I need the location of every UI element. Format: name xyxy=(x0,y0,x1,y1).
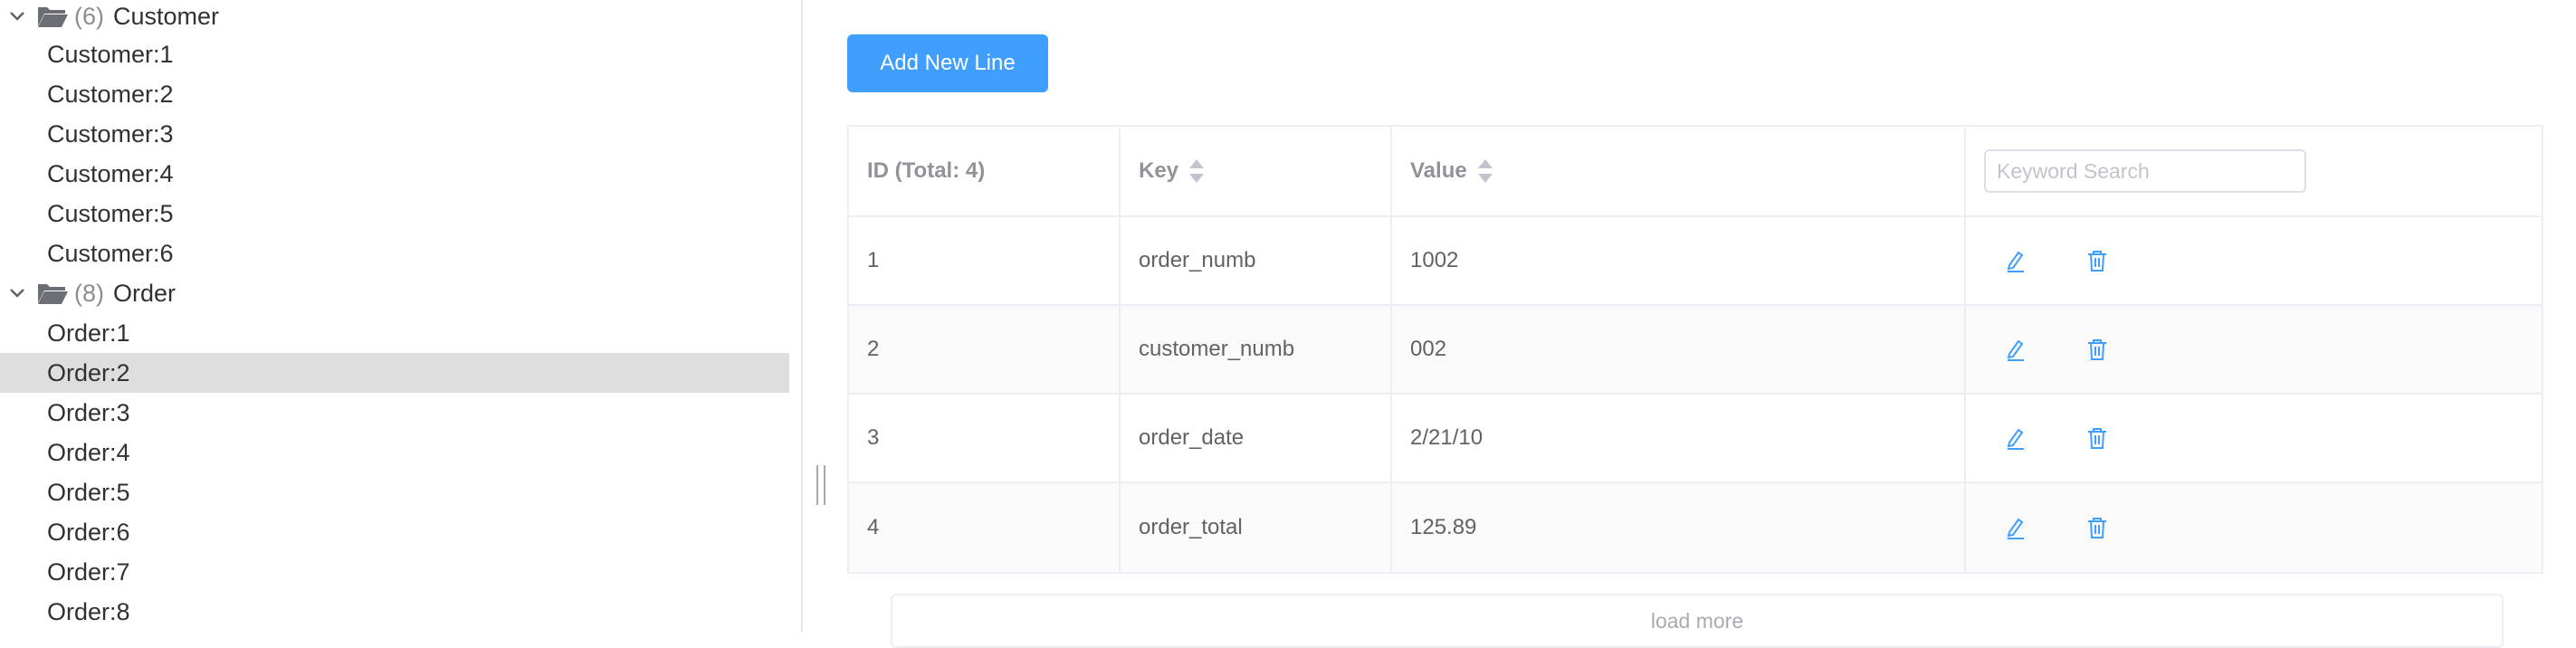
tree-item[interactable]: Customer:4 xyxy=(0,154,789,194)
cell-key: order_total xyxy=(1121,483,1392,572)
column-header-actions xyxy=(1966,127,2542,215)
delete-icon[interactable] xyxy=(2084,514,2111,541)
chevron-down-icon[interactable] xyxy=(7,283,27,303)
edit-icon[interactable] xyxy=(2002,514,2029,541)
tree-group-label: Customer xyxy=(113,2,220,30)
column-header-key[interactable]: Key xyxy=(1121,127,1392,215)
table-row: 3 order_date 2/21/10 xyxy=(849,395,2542,483)
cell-actions xyxy=(1966,395,2542,481)
add-new-line-button[interactable]: Add New Line xyxy=(847,34,1048,92)
table-header-row: ID (Total: 4) Key Value xyxy=(849,127,2542,217)
resize-handle[interactable] xyxy=(816,465,825,505)
chevron-down-icon[interactable] xyxy=(7,6,27,26)
edit-icon[interactable] xyxy=(2002,247,2029,274)
tree-group-count: (8) xyxy=(74,279,104,307)
tree-item[interactable]: Customer:2 xyxy=(0,74,789,114)
tree-group-customer[interactable]: (6) Customer xyxy=(0,0,789,36)
cell-key: customer_numb xyxy=(1121,306,1392,393)
cell-value: 2/21/10 xyxy=(1392,395,1966,481)
tree-item[interactable]: Order:3 xyxy=(0,393,789,433)
tree-group-label: Order xyxy=(113,279,177,307)
column-header-value-label: Value xyxy=(1410,158,1467,183)
tree-item[interactable]: Order:7 xyxy=(0,552,789,592)
edit-icon[interactable] xyxy=(2002,424,2029,452)
panel-divider xyxy=(801,0,803,632)
tree-item[interactable]: Customer:5 xyxy=(0,194,789,233)
cell-value: 1002 xyxy=(1392,217,1966,304)
column-header-value[interactable]: Value xyxy=(1392,127,1966,215)
tree-item[interactable]: Customer:3 xyxy=(0,114,789,154)
tree-item[interactable]: Order:4 xyxy=(0,433,789,472)
tree-item[interactable]: Customer:6 xyxy=(0,233,789,273)
cell-actions xyxy=(1966,217,2542,304)
table-row: 2 customer_numb 002 xyxy=(849,306,2542,395)
cell-id: 4 xyxy=(849,483,1121,572)
delete-icon[interactable] xyxy=(2084,336,2111,363)
cell-id: 3 xyxy=(849,395,1121,481)
cell-key: order_date xyxy=(1121,395,1392,481)
folder-open-icon xyxy=(38,284,68,304)
keyword-search-input[interactable] xyxy=(1984,149,2306,193)
tree-item-selected[interactable]: Order:2 xyxy=(0,353,789,393)
column-header-key-label: Key xyxy=(1139,158,1179,183)
delete-icon[interactable] xyxy=(2084,424,2111,452)
tree-item[interactable]: Order:8 xyxy=(0,592,789,632)
tree-item[interactable]: Order:6 xyxy=(0,512,789,552)
key-tree-panel: (6) Customer Customer:1 Customer:2 Custo… xyxy=(0,0,797,632)
sort-icon[interactable] xyxy=(1189,159,1205,183)
tree-item[interactable]: Customer:1 xyxy=(0,34,789,74)
cell-value: 002 xyxy=(1392,306,1966,393)
cell-id: 1 xyxy=(849,217,1121,304)
tree-group-order[interactable]: (8) Order xyxy=(0,273,789,313)
folder-open-icon xyxy=(38,7,68,27)
edit-icon[interactable] xyxy=(2002,336,2029,363)
cell-id: 2 xyxy=(849,306,1121,393)
column-header-id-label: ID (Total: 4) xyxy=(867,158,986,183)
table-row: 4 order_total 125.89 xyxy=(849,483,2542,572)
key-value-table: ID (Total: 4) Key Value 1 order_numb 100… xyxy=(847,125,2543,574)
cell-key: order_numb xyxy=(1121,217,1392,304)
cell-actions xyxy=(1966,483,2542,572)
tree-item[interactable]: Order:5 xyxy=(0,472,789,512)
sort-icon[interactable] xyxy=(1477,159,1493,183)
column-header-id: ID (Total: 4) xyxy=(849,127,1121,215)
tree-group-count: (6) xyxy=(74,2,104,30)
cell-value: 125.89 xyxy=(1392,483,1966,572)
table-row: 1 order_numb 1002 xyxy=(849,217,2542,306)
load-more-button[interactable]: load more xyxy=(891,594,2504,648)
delete-icon[interactable] xyxy=(2084,247,2111,274)
cell-actions xyxy=(1966,306,2542,393)
tree-item[interactable]: Order:1 xyxy=(0,313,789,353)
